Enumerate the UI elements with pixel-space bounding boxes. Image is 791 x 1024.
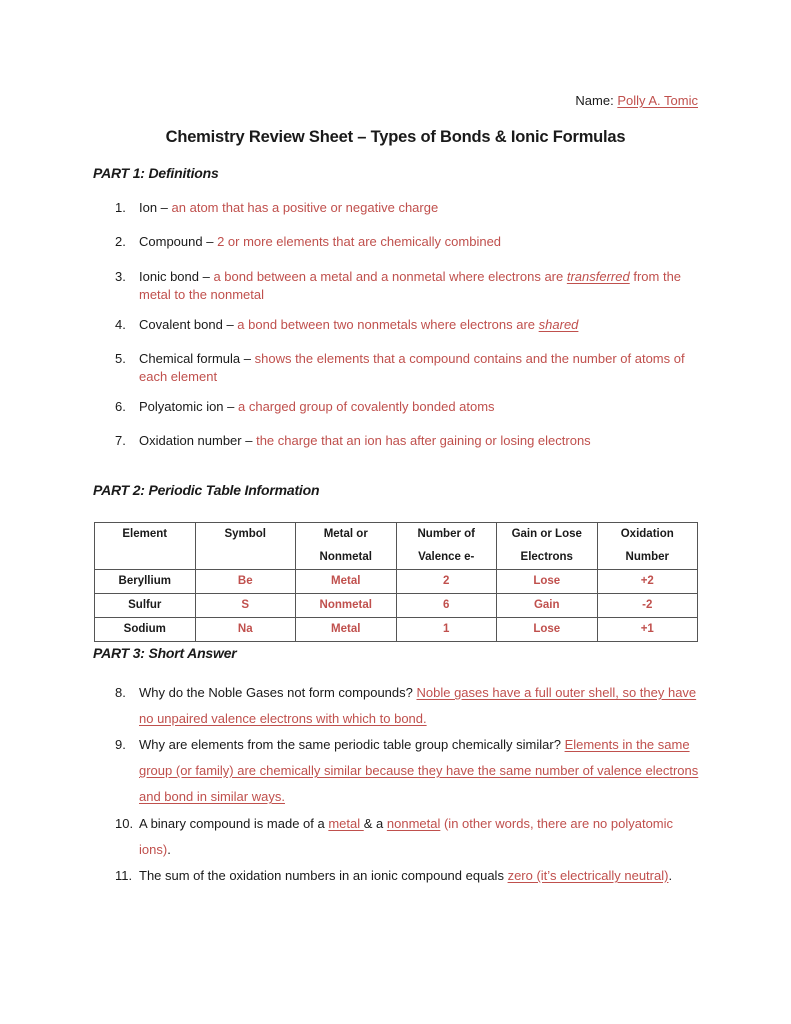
table-row: Sulfur S Nonmetal 6 Gain -2 — [94, 593, 698, 618]
cell-type: Metal — [295, 617, 397, 642]
item-number: 9. — [115, 737, 126, 752]
student-name: Polly A. Tomic — [617, 93, 698, 108]
cell-element: Sodium — [94, 617, 196, 642]
cell-element: Sulfur — [94, 593, 196, 618]
emphasis-word: transferred — [566, 269, 630, 284]
term: Polyatomic ion – — [139, 399, 238, 414]
col-header-metal-nonmetal: Metal or Nonmetal — [295, 522, 397, 570]
cell-oxidation: +2 — [596, 569, 698, 594]
item-number: 5. — [115, 351, 126, 366]
col-header-gain-lose: Gain or Lose Electrons — [496, 522, 598, 570]
term: Ionic bond – — [139, 269, 214, 284]
name-line: Name: Polly A. Tomic — [575, 93, 698, 108]
col-header-valence: Number of Valence e- — [395, 522, 497, 570]
cell-type: Metal — [295, 569, 397, 594]
table-row: Beryllium Be Metal 2 Lose +2 — [94, 569, 698, 594]
document-title: Chemistry Review Sheet – Types of Bonds … — [165, 128, 626, 146]
item-number: 7. — [115, 433, 126, 448]
item-number: 6. — [115, 399, 126, 414]
definition-answer: a charged group of covalently bonded ato… — [238, 399, 495, 414]
cell-symbol: Na — [194, 617, 296, 642]
cell-symbol: S — [194, 593, 296, 618]
question-text: Why are elements from the same periodic … — [139, 737, 565, 752]
part1-heading: PART 1: Definitions — [93, 165, 219, 181]
cell-gain-lose: Lose — [496, 617, 598, 642]
periodic-table-info: Element Symbol Metal or Nonmetal Number o… — [94, 522, 698, 642]
col-header-oxidation: Oxidation Number — [596, 522, 698, 570]
term: Ion – — [139, 200, 172, 215]
definition-answer: 2 or more elements that are chemically c… — [217, 234, 502, 249]
item-number: 8. — [115, 685, 126, 700]
period: . — [167, 842, 171, 857]
item-number: 4. — [115, 317, 126, 332]
definition-answer: a bond between two nonmetals where elect… — [237, 317, 539, 332]
name-label: Name: — [575, 93, 618, 108]
cell-gain-lose: Gain — [496, 593, 598, 618]
item-number: 2. — [115, 234, 126, 249]
table-header-row: Element Symbol Metal or Nonmetal Number o… — [94, 522, 698, 570]
cell-gain-lose: Lose — [496, 569, 598, 594]
question-text: Why do the Noble Gases not form compound… — [139, 685, 417, 700]
period: . — [668, 868, 673, 883]
table-row: Sodium Na Metal 1 Lose +1 — [94, 617, 698, 642]
cell-oxidation: -2 — [596, 593, 698, 618]
cell-valence: 2 — [395, 569, 497, 594]
part3-heading: PART 3: Short Answer — [93, 645, 237, 661]
item-number: 3. — [115, 269, 126, 284]
term: Compound – — [139, 234, 218, 249]
definition-answer: the charge that an ion has after gaining… — [256, 433, 591, 448]
term: Chemical formula – — [139, 351, 255, 366]
term: Oxidation number – — [139, 433, 257, 448]
cell-symbol: Be — [194, 569, 296, 594]
definition-answer: an atom that has a positive or negative … — [171, 200, 439, 215]
answer-blank-1: metal — [328, 816, 364, 831]
term: Covalent bond – — [139, 317, 238, 332]
question-text: The sum of the oxidation numbers in an i… — [139, 868, 508, 883]
definition-answer: a bond between a metal and a nonmetal wh… — [213, 269, 567, 284]
cell-oxidation: +1 — [596, 617, 698, 642]
item-number: 10. — [115, 816, 134, 831]
col-header-element: Element — [94, 522, 196, 570]
cell-type: Nonmetal — [295, 593, 397, 618]
answer-text: zero (it’s electrically neutral) — [507, 868, 669, 883]
cell-element: Beryllium — [94, 569, 196, 594]
col-header-symbol: Symbol — [194, 522, 296, 570]
item-number: 11. — [115, 868, 133, 883]
question-text-mid: & a — [363, 816, 387, 831]
question-text: A binary compound is made of a — [139, 816, 329, 831]
item-number: 1. — [115, 200, 126, 215]
cell-valence: 6 — [395, 593, 497, 618]
answer-blank-2: nonmetal — [386, 816, 441, 831]
cell-valence: 1 — [395, 617, 497, 642]
emphasis-word: shared — [538, 317, 579, 332]
part2-heading: PART 2: Periodic Table Information — [93, 482, 320, 498]
